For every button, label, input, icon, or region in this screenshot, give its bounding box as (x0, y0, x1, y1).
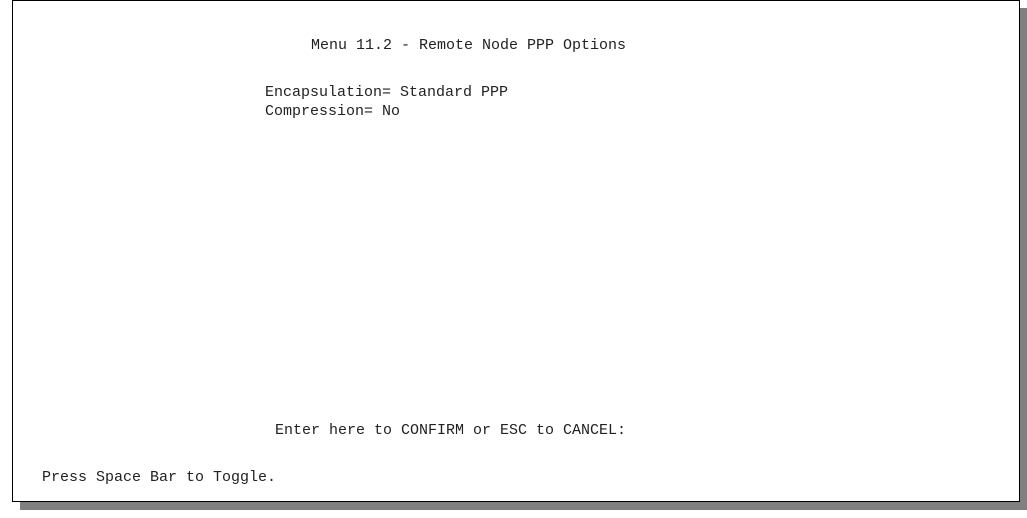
encapsulation-field[interactable]: Encapsulation= Standard PPP (265, 84, 508, 102)
encapsulation-label: Encapsulation= (265, 84, 401, 101)
window-shadow-bottom (20, 502, 1027, 510)
compression-label: Compression= (265, 103, 383, 120)
compression-field[interactable]: Compression= No (265, 103, 400, 121)
menu-title: Menu 11.2 - Remote Node PPP Options (311, 37, 627, 54)
toggle-hint: Press Space Bar to Toggle. (42, 469, 277, 486)
encapsulation-value[interactable]: Standard PPP (400, 84, 508, 101)
window-shadow-right (1020, 8, 1027, 510)
confirm-prompt[interactable]: Enter here to CONFIRM or ESC to CANCEL: (275, 422, 626, 440)
compression-value[interactable]: No (382, 103, 400, 120)
terminal-screen: Menu 11.2 - Remote Node PPP Options Enca… (12, 0, 1020, 502)
